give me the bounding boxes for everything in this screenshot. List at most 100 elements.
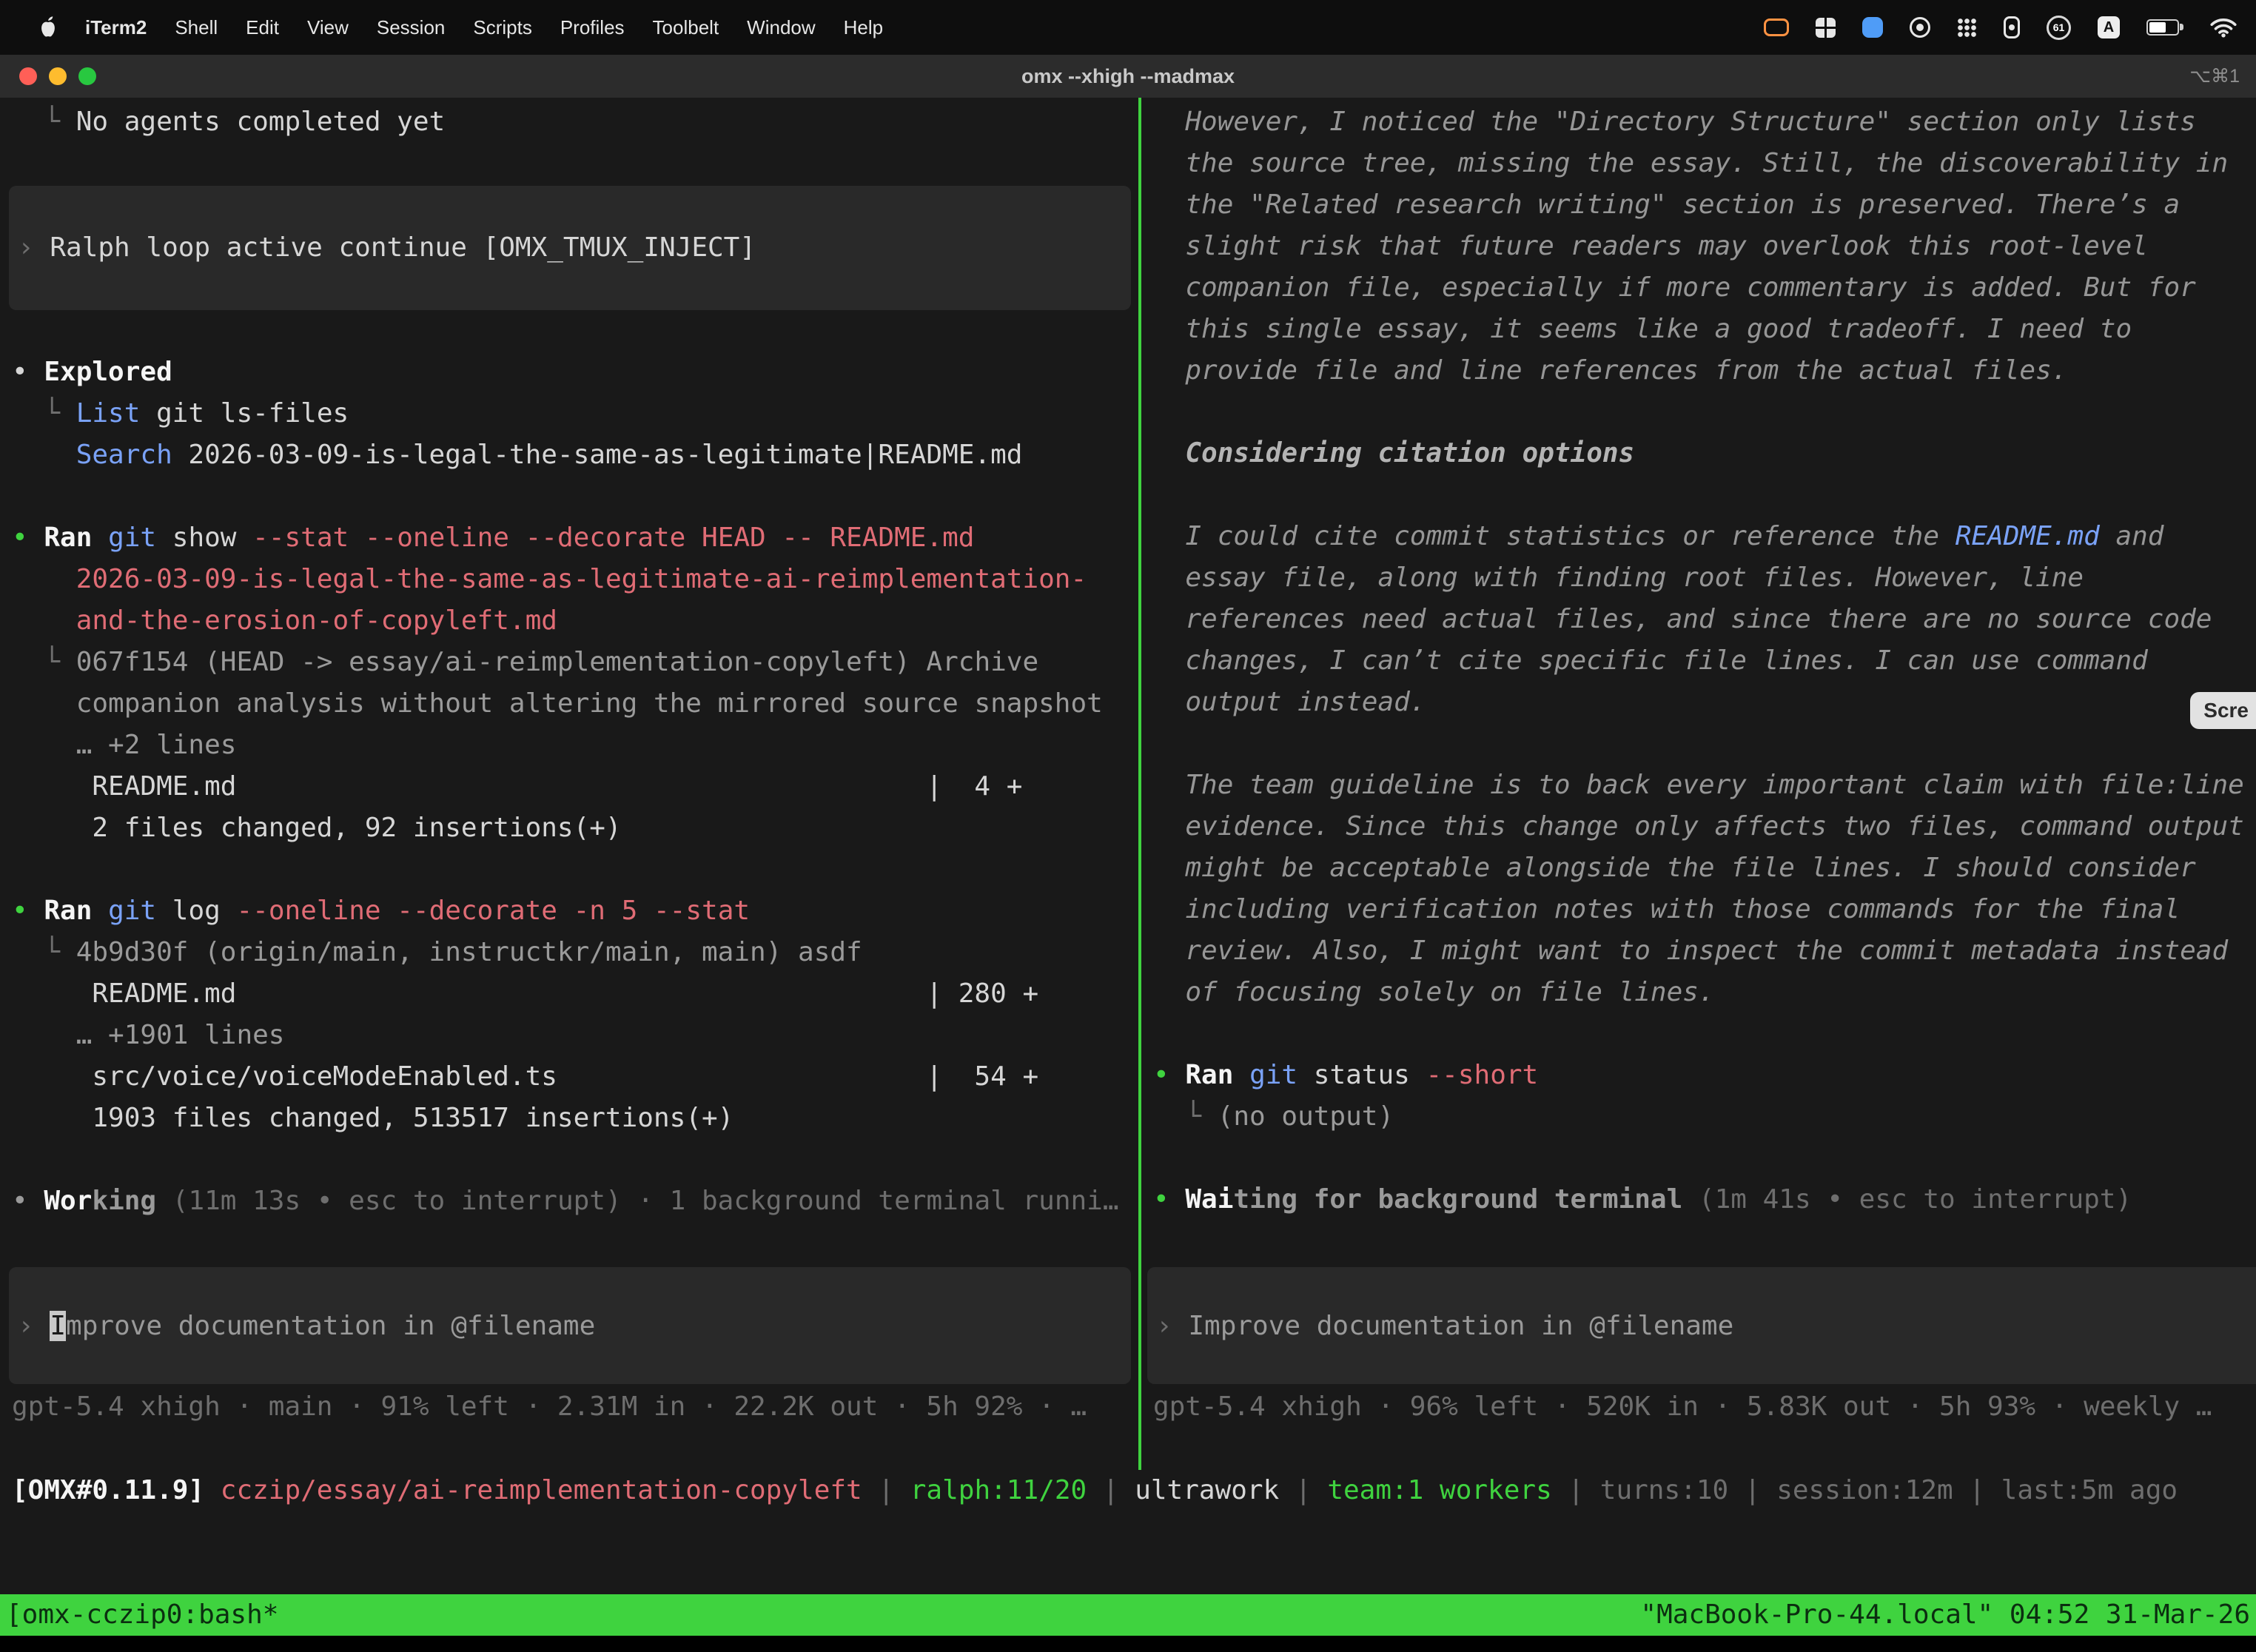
left-pane[interactable]: └ No agents completed yet › Ralph loop a…: [0, 98, 1138, 1470]
terminal-line: changes, I can’t cite specific file line…: [1141, 640, 2256, 682]
menu-shell[interactable]: Shell: [161, 16, 232, 38]
menu-scripts[interactable]: Scripts: [459, 16, 545, 38]
text-segment: └: [12, 937, 76, 967]
text-segment: turns:10: [1600, 1475, 1728, 1505]
text-segment: (no output): [1218, 1101, 1394, 1132]
text-segment: [12, 605, 76, 636]
text-segment: · 1 background terminal runni…: [622, 1186, 1119, 1216]
minimize-button[interactable]: [49, 67, 67, 85]
tmux-panes: └ No agents completed yet › Ralph loop a…: [0, 98, 2256, 1470]
text-segment: git ls-files: [140, 398, 349, 429]
terminal-line: [OMX#0.11.9] cczip/essay/ai-reimplementa…: [0, 1470, 2256, 1511]
text-segment: 1903 files changed, 513517 insertions(+): [12, 1103, 733, 1133]
terminal-line: [1141, 392, 2256, 433]
wifi-icon[interactable]: [2210, 17, 2237, 38]
text-segment: [1153, 521, 1185, 551]
terminal-line: However, I noticed the "Directory Struct…: [1141, 101, 2256, 143]
text-segment: status: [1297, 1060, 1426, 1090]
screen-recording-icon[interactable]: [1764, 19, 1789, 36]
menu-view[interactable]: View: [293, 16, 363, 38]
terminal-line: slight risk that future readers may over…: [1141, 226, 2256, 267]
text-segment: [1153, 687, 1185, 717]
text-segment: [12, 564, 76, 594]
text-segment: [1153, 853, 1185, 883]
battery-icon[interactable]: [2146, 19, 2179, 36]
inject-banner: › Ralph loop active continue [OMX_TMUX_I…: [9, 186, 1131, 310]
text-segment: However, I noticed the "Directory Struct…: [1185, 107, 2195, 137]
gauge-value: 61: [2053, 21, 2065, 33]
text-segment: [1153, 107, 1185, 137]
terminal-line: review. Also, I might want to inspect th…: [1141, 930, 2256, 972]
terminal-line: [0, 476, 1138, 517]
dots-grid-icon[interactable]: [1957, 18, 1977, 38]
terminal-line: provide file and line references from th…: [1141, 350, 2256, 392]
menubar: iTerm2ShellEditViewSessionScriptsProfile…: [0, 0, 2256, 55]
text-segment: show: [156, 523, 252, 553]
text-segment: |: [1279, 1475, 1327, 1505]
zoom-button[interactable]: [78, 67, 96, 85]
text-segment: references need actual files, and since …: [1185, 604, 2212, 634]
input-source-icon[interactable]: A: [2098, 16, 2120, 38]
text-segment: •: [1153, 1184, 1185, 1215]
left-body-lines: • Explored └ List git ls-files Search 20…: [0, 310, 1138, 1222]
text-segment: └: [12, 107, 76, 137]
gauge-icon[interactable]: 61: [2047, 16, 2071, 40]
terminal-line: and-the-erosion-of-copyleft.md: [0, 600, 1138, 642]
text-segment: ›: [1156, 1311, 1188, 1341]
terminal-line: › Improve documentation in @filename: [1147, 1311, 1733, 1341]
text-segment: changes, I can’t cite specific file line…: [1185, 645, 2147, 676]
text-segment: •: [12, 896, 44, 926]
menu-iterm2[interactable]: iTerm2: [71, 16, 161, 38]
text-segment: essay file, along with finding root file…: [1185, 563, 2084, 593]
text-segment: might be acceptable alongside the file l…: [1185, 853, 2195, 883]
text-segment: and-the-erosion-of-copyleft.md: [76, 605, 557, 636]
terminal-line: 2 files changed, 92 insertions(+): [0, 807, 1138, 849]
menu-help[interactable]: Help: [830, 16, 897, 38]
terminal-line: └ No agents completed yet: [0, 101, 1138, 143]
text-segment: Considering citation options: [1185, 438, 1634, 469]
terminal-line: essay file, along with finding root file…: [1141, 557, 2256, 599]
text-segment: ›: [18, 232, 50, 263]
tmux-host-time: "MacBook-Pro-44.local" 04:52 31-Mar-26: [1640, 1594, 2250, 1636]
traffic-lights: [19, 67, 96, 85]
text-segment: •: [1153, 1060, 1185, 1090]
blue-app-icon[interactable]: [1862, 17, 1883, 38]
menu-session[interactable]: Session: [363, 16, 460, 38]
text-segment: [1153, 438, 1185, 469]
tmux-status-bar: [omx-cczip0:bash* "MacBook-Pro-44.local"…: [0, 1594, 2256, 1636]
text-segment: [1233, 1060, 1249, 1090]
text-segment: ›: [18, 1311, 50, 1341]
right-pane[interactable]: However, I noticed the "Directory Struct…: [1141, 98, 2256, 1470]
text-segment: Ran: [1185, 1060, 1233, 1090]
text-segment: └: [1153, 1101, 1218, 1132]
screen-tooltip: Scre: [2190, 692, 2256, 729]
text-segment: README.md | 4 +: [12, 771, 1022, 802]
text-segment: git: [108, 523, 156, 553]
terminal-line: might be acceptable alongside the file l…: [1141, 847, 2256, 889]
terminal-line: this single essay, it seems like a good …: [1141, 309, 2256, 350]
terminal-line: README.md | 4 +: [0, 766, 1138, 807]
input-source-label: A: [2104, 19, 2114, 36]
left-top-lines: └ No agents completed yet: [0, 101, 1138, 184]
menu-profiles[interactable]: Profiles: [546, 16, 639, 38]
circle-app-icon[interactable]: [1910, 17, 1930, 38]
terminal-line: Search 2026-03-09-is-legal-the-same-as-l…: [0, 434, 1138, 476]
terminal-line: [1141, 1013, 2256, 1055]
menu-window[interactable]: Window: [733, 16, 829, 38]
text-segment: |: [862, 1475, 910, 1505]
right-prompt-input[interactable]: › Improve documentation in @filename: [1147, 1267, 2256, 1384]
grid-app-icon[interactable]: [1816, 18, 1836, 38]
left-prompt-input[interactable]: › Improve documentation in @filename: [9, 1267, 1131, 1384]
menu-toolbelt[interactable]: Toolbelt: [639, 16, 733, 38]
apple-menu-icon[interactable]: [25, 16, 71, 39]
text-segment: output instead.: [1185, 687, 1426, 717]
menubar-status-icons: 61 A: [1764, 16, 2256, 40]
menu-edit[interactable]: Edit: [232, 16, 293, 38]
terminal-line: output instead.: [1141, 682, 2256, 723]
terminal-line: of focusing solely on file lines.: [1141, 972, 2256, 1013]
text-segment: this single essay, it seems like a good …: [1185, 314, 2132, 344]
keyhole-app-icon[interactable]: [2004, 16, 2020, 38]
text-segment: I could cite commit statistics or refere…: [1185, 521, 1955, 551]
terminal-line: README.md | 280 +: [0, 973, 1138, 1015]
close-button[interactable]: [19, 67, 37, 85]
